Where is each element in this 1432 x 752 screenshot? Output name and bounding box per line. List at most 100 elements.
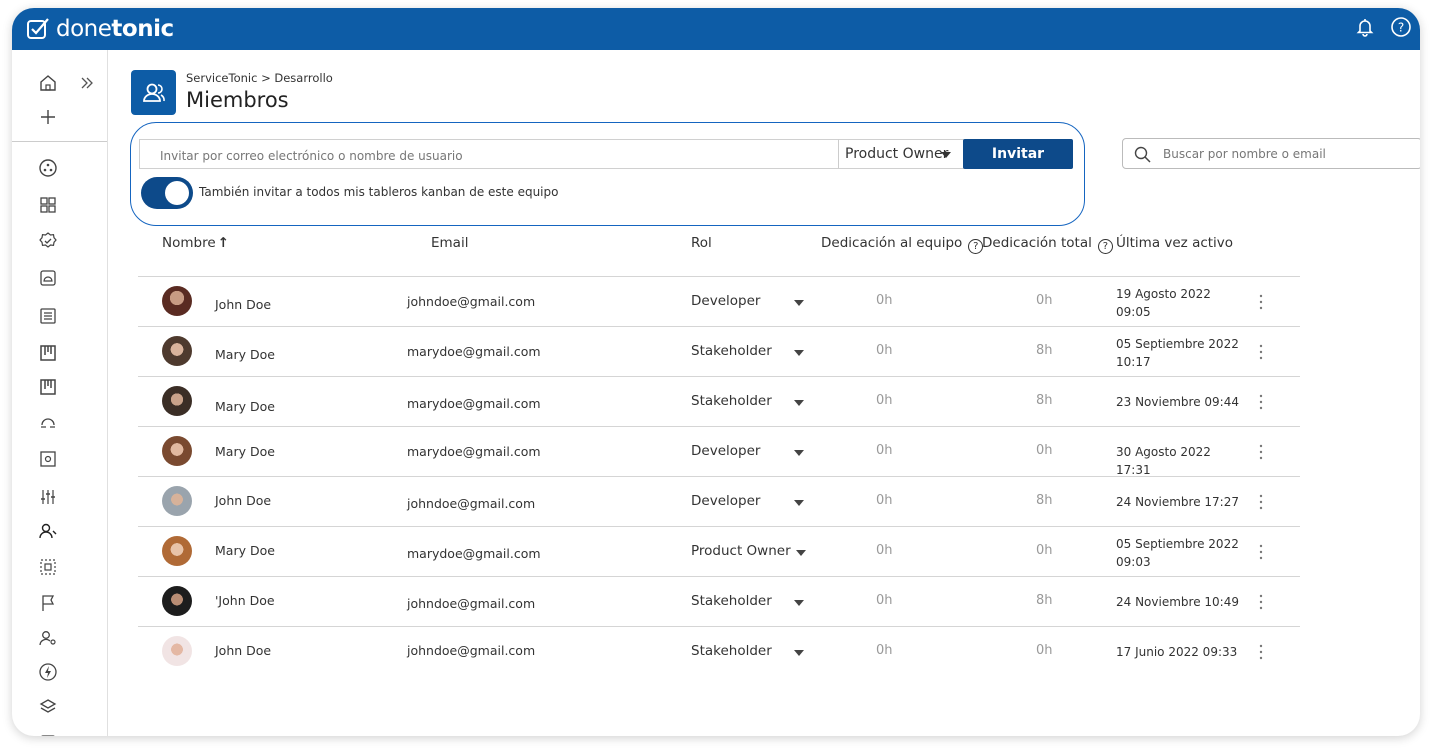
member-role[interactable]: Stakeholder xyxy=(691,643,772,659)
member-email: johndoe@gmail.com xyxy=(407,643,536,658)
role-dropdown-icon[interactable] xyxy=(794,400,804,406)
row-menu-icon[interactable] xyxy=(1256,443,1266,461)
member-name: Mary Doe xyxy=(215,399,275,414)
apps-grid-icon[interactable] xyxy=(37,194,59,216)
member-last-active: 30 Agosto 2022 17:31 xyxy=(1116,443,1246,479)
app-window: done tonic ? ServiceTonic > Desarrollo M… xyxy=(12,8,1420,736)
invite-role-value: Product Owner xyxy=(845,146,949,162)
settings-box-icon[interactable] xyxy=(37,448,59,470)
member-search[interactable]: Buscar por nombre o email xyxy=(1122,138,1420,169)
row-menu-icon[interactable] xyxy=(1256,643,1266,661)
table-row[interactable]: John Doe johndoe@gmail.com Developer 0h … xyxy=(138,476,1300,526)
top-bar: done tonic ? xyxy=(12,8,1420,50)
kanban-icon[interactable] xyxy=(37,342,59,364)
member-role[interactable]: Stakeholder xyxy=(691,393,772,409)
check-badge-icon[interactable] xyxy=(37,230,59,252)
member-email: marydoe@gmail.com xyxy=(407,396,541,411)
table-row[interactable]: Mary Doe marydoe@gmail.com Stakeholder 0… xyxy=(138,376,1300,426)
svg-text:?: ? xyxy=(1398,21,1404,35)
members-icon[interactable] xyxy=(37,520,59,542)
avatar xyxy=(162,386,192,416)
table-row[interactable]: Mary Doe marydoe@gmail.com Developer 0h … xyxy=(138,426,1300,479)
role-dropdown-icon[interactable] xyxy=(794,450,804,456)
page-title: Miembros xyxy=(186,88,289,112)
role-dropdown-icon[interactable] xyxy=(794,350,804,356)
member-name: John Doe xyxy=(215,493,272,508)
member-dedication: 0h xyxy=(876,343,893,358)
member-role[interactable]: Developer xyxy=(691,443,760,459)
logo-text-light: done xyxy=(56,16,112,42)
add-icon[interactable] xyxy=(37,106,59,128)
row-menu-icon[interactable] xyxy=(1256,593,1266,611)
table-row[interactable]: Mary Doe marydoe@gmail.com Stakeholder 0… xyxy=(138,326,1300,376)
role-dropdown-icon[interactable] xyxy=(796,550,806,556)
role-dropdown-icon[interactable] xyxy=(794,500,804,506)
member-dedication: 0h xyxy=(876,293,893,308)
member-role[interactable]: Developer xyxy=(691,493,760,509)
more-icon[interactable] xyxy=(37,732,59,736)
member-email: johndoe@gmail.com xyxy=(407,294,536,309)
kanban-2-icon[interactable] xyxy=(37,376,59,398)
member-total: 0h xyxy=(1036,293,1053,308)
row-menu-icon[interactable] xyxy=(1256,493,1266,511)
member-last-active: 05 Septiembre 2022 09:03 xyxy=(1116,535,1246,571)
members-badge-icon xyxy=(131,70,176,115)
member-name: Mary Doe xyxy=(215,543,275,558)
member-role[interactable]: Stakeholder xyxy=(691,593,772,609)
user-settings-icon[interactable] xyxy=(37,627,59,649)
member-dedication: 0h xyxy=(876,543,893,558)
table-row[interactable]: John Doe johndoe@gmail.com Developer 0h … xyxy=(138,276,1300,326)
column-name-label: Nombre xyxy=(162,235,216,251)
toggle-knob xyxy=(165,181,189,205)
row-menu-icon[interactable] xyxy=(1256,343,1266,361)
last-active-date: 17 Junio 2022 09:33 xyxy=(1116,645,1238,659)
filters-icon[interactable] xyxy=(37,486,59,508)
search-icon xyxy=(1134,146,1151,163)
invite-input[interactable]: Invitar por correo electrónico o nombre … xyxy=(139,139,839,169)
member-total: 8h xyxy=(1036,593,1053,608)
member-total: 8h xyxy=(1036,493,1053,508)
select-area-icon[interactable] xyxy=(37,556,59,578)
invite-kanban-toggle[interactable] xyxy=(141,177,193,209)
column-name-header[interactable]: Nombre ↑ xyxy=(162,235,229,251)
avatar xyxy=(162,536,192,566)
member-name: Mary Doe xyxy=(215,347,275,362)
expand-icon[interactable] xyxy=(76,72,98,94)
invite-button[interactable]: Invitar xyxy=(963,139,1073,169)
member-dedication: 0h xyxy=(876,593,893,608)
member-total: 0h xyxy=(1036,443,1053,458)
sync-icon[interactable] xyxy=(37,412,59,434)
list-icon[interactable] xyxy=(37,305,59,327)
sort-arrow-up-icon[interactable]: ↑ xyxy=(218,235,229,251)
breadcrumb[interactable]: ServiceTonic > Desarrollo xyxy=(186,71,333,85)
member-role[interactable]: Product Owner xyxy=(691,543,791,559)
member-role[interactable]: Stakeholder xyxy=(691,343,772,359)
integrations-icon[interactable] xyxy=(37,157,59,179)
table-row[interactable]: 'John Doe johndoe@gmail.com Stakeholder … xyxy=(138,576,1300,626)
help-icon[interactable]: ? xyxy=(1390,16,1412,38)
home-icon[interactable] xyxy=(37,72,59,94)
row-menu-icon[interactable] xyxy=(1256,543,1266,561)
column-role-header: Rol xyxy=(691,235,712,251)
total-help-icon[interactable]: ? xyxy=(1097,239,1113,254)
main-content: ServiceTonic > Desarrollo Miembros Invit… xyxy=(108,50,1420,736)
automation-icon[interactable] xyxy=(37,661,59,683)
avatar xyxy=(162,436,192,466)
row-menu-icon[interactable] xyxy=(1256,393,1266,411)
search-input[interactable]: Buscar por nombre o email xyxy=(1163,147,1326,161)
table-row[interactable]: Mary Doe marydoe@gmail.com Product Owner… xyxy=(138,526,1300,576)
invite-role-select[interactable]: Product Owner xyxy=(838,139,964,169)
role-dropdown-icon[interactable] xyxy=(794,600,804,606)
table-row[interactable]: John Doe johndoe@gmail.com Stakeholder 0… xyxy=(138,626,1300,676)
member-last-active: 05 Septiembre 2022 10:17 xyxy=(1116,335,1246,371)
notifications-bell-icon[interactable] xyxy=(1354,16,1376,38)
role-dropdown-icon[interactable] xyxy=(794,300,804,306)
member-role[interactable]: Developer xyxy=(691,293,760,309)
logo[interactable]: done tonic xyxy=(26,16,174,42)
flag-icon[interactable] xyxy=(37,592,59,614)
role-dropdown-icon[interactable] xyxy=(794,650,804,656)
row-menu-icon[interactable] xyxy=(1256,293,1266,311)
layers-icon[interactable] xyxy=(37,696,59,718)
member-total: 8h xyxy=(1036,343,1053,358)
inbox-icon[interactable] xyxy=(37,267,59,289)
